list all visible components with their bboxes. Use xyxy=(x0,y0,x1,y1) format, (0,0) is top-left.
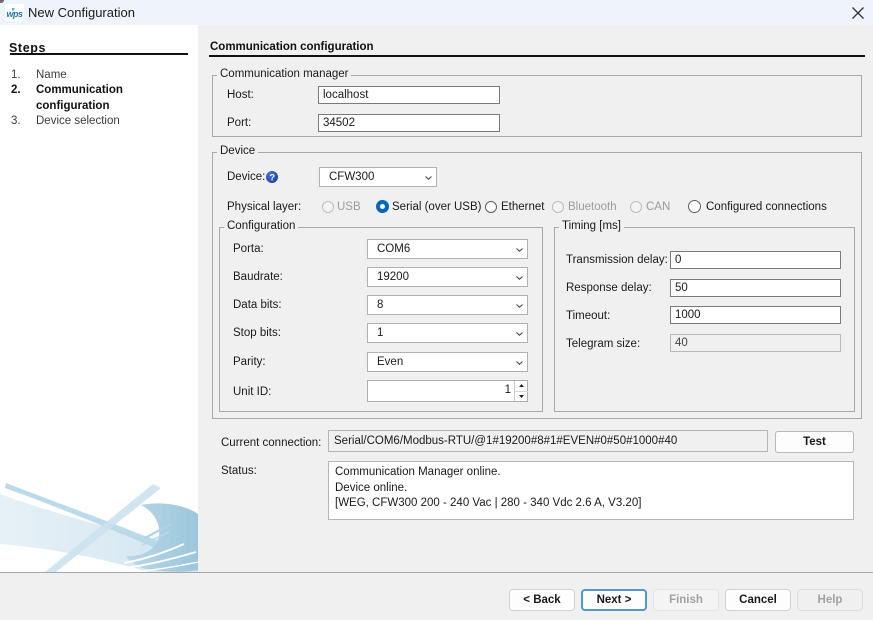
svg-text:wps: wps xyxy=(6,9,22,19)
svg-text:?: ? xyxy=(269,172,275,182)
